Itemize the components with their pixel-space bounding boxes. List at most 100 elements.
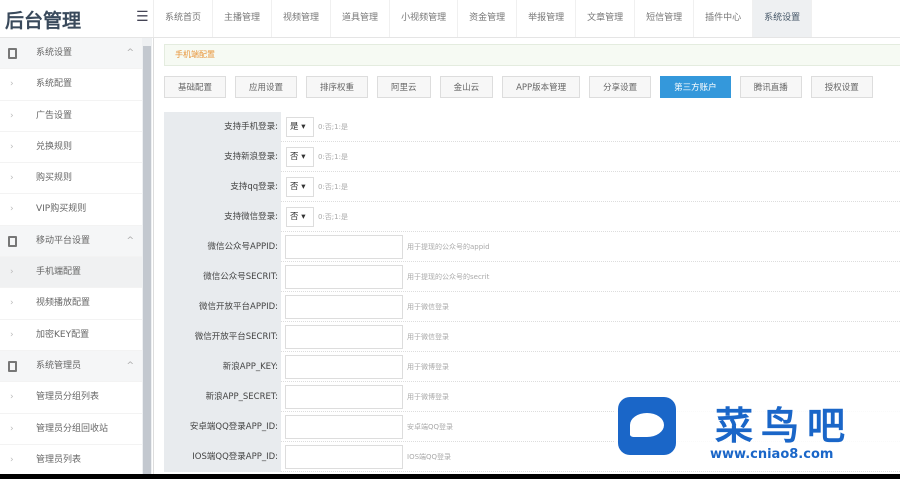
chevron-right-icon: ›: [10, 204, 14, 215]
settings-tab[interactable]: 分享设置: [589, 76, 652, 98]
sidebar-item-label: 加密KEY配置: [36, 329, 90, 340]
text-input[interactable]: [285, 414, 403, 439]
text-input[interactable]: [285, 444, 403, 469]
select-value: 否: [290, 151, 299, 162]
field-hint: 安卓端QQ登录: [407, 422, 454, 431]
nav-tab[interactable]: 文章管理: [576, 0, 636, 37]
field-label: 支持微信登录:: [164, 201, 281, 232]
watermark: 菜鸟吧 www.cniao8.com: [615, 395, 900, 465]
form-row: 微信公众号SECRIT: 用于提现的公众号的secrit: [164, 261, 900, 292]
sidebar-group[interactable]: 系统管理员 ^: [0, 350, 142, 383]
sidebar-group[interactable]: 移动平台设置 ^: [0, 225, 142, 258]
settings-tab[interactable]: 排序权重: [306, 76, 369, 98]
nav-tab[interactable]: 道具管理: [331, 0, 391, 37]
sidebar-item[interactable]: › 系统配置: [0, 69, 142, 101]
field-label: 安卓端QQ登录APP_ID:: [164, 411, 281, 442]
select-field[interactable]: 是 ▾: [286, 116, 314, 137]
nav-tab[interactable]: 系统首页: [154, 0, 214, 37]
field-label: 支持qq登录:: [164, 171, 281, 202]
chevron-right-icon: ›: [10, 173, 14, 184]
text-input[interactable]: [285, 264, 403, 289]
sidebar-item[interactable]: › 管理员列表: [0, 445, 142, 477]
nav-tab[interactable]: 短信管理: [635, 0, 695, 37]
settings-tabs: 基础配置 应用设置 排序权重 阿里云 金山云 APP版本管理 分享设置 第三方账户 腾讯直播 授权…: [164, 76, 873, 98]
group-icon: [8, 235, 17, 247]
sidebar-item-label: 系统配置: [36, 79, 73, 90]
settings-tab[interactable]: 第三方账户: [660, 76, 731, 98]
field-hint: IOS端QQ登录: [407, 452, 452, 461]
field-label: 支持新浪登录:: [164, 141, 281, 172]
sidebar-item-label: 广告设置: [36, 110, 73, 121]
sidebar-group[interactable]: 系统设置 ^: [0, 38, 142, 70]
text-input[interactable]: [285, 234, 403, 259]
dropdown-arrow-icon: ▾: [298, 211, 306, 222]
field-hint: 用于提现的公众号的secrit: [407, 272, 490, 281]
field-hint: 用于微博登录: [407, 392, 449, 401]
sidebar-item[interactable]: › VIP购买规则: [0, 194, 142, 226]
settings-tab[interactable]: 应用设置: [235, 76, 298, 98]
form-row: 微信开放平台APPID: 用于微信登录: [164, 291, 900, 322]
settings-tab[interactable]: 腾讯直播: [739, 76, 802, 98]
form-row: 微信开放平台SECRIT: 用于微信登录: [164, 321, 900, 352]
field-hint: 用于提现的公众号的appid: [407, 242, 490, 251]
chevron-right-icon: ›: [10, 423, 14, 434]
field-label: 新浪APP_KEY:: [164, 351, 281, 382]
text-input[interactable]: [285, 354, 403, 379]
chevron-up-icon: ^: [126, 235, 134, 246]
nav-tab[interactable]: 视频管理: [272, 0, 332, 37]
sidebar-item[interactable]: › 手机端配置: [0, 257, 142, 289]
text-input[interactable]: [285, 384, 403, 409]
dropdown-arrow-icon: ▾: [298, 181, 306, 192]
form-row: 支持qq登录: 否 ▾ 0:否;1:是: [164, 171, 900, 202]
sidebar: 系统设置 ^ › 系统配置 › 广告设置 › 兑换规则 › 购买规则 › VIP购买规则 移动平台设置 ^…: [0, 38, 142, 479]
select-field[interactable]: 否 ▾: [286, 176, 314, 197]
select-field[interactable]: 否 ▾: [286, 206, 314, 227]
sidebar-item-label: 移动平台设置: [36, 235, 91, 246]
settings-tab[interactable]: 基础配置: [164, 76, 227, 98]
sidebar-item-label: 管理员分组列表: [36, 392, 100, 403]
field-label: IOS端QQ登录APP_ID:: [164, 441, 281, 472]
dropdown-arrow-icon: ▾: [298, 151, 306, 162]
sidebar-item[interactable]: › 管理员分组回收站: [0, 414, 142, 445]
sidebar-item[interactable]: › 购买规则: [0, 163, 142, 195]
nav-tab[interactable]: 举报管理: [517, 0, 577, 37]
nav-tab[interactable]: 小视频管理: [390, 0, 459, 37]
field-label: 新浪APP_SECRET:: [164, 381, 281, 412]
text-input[interactable]: [285, 324, 403, 349]
select-field[interactable]: 否 ▾: [286, 146, 314, 167]
group-icon: [8, 48, 17, 59]
chevron-right-icon: ›: [10, 79, 14, 90]
settings-tab[interactable]: APP版本管理: [502, 76, 581, 98]
sidebar-item[interactable]: › 管理员分组列表: [0, 382, 142, 414]
nav-tab[interactable]: 主播管理: [213, 0, 273, 37]
chevron-right-icon: ›: [10, 298, 14, 309]
nav-tab[interactable]: 插件中心: [694, 0, 754, 37]
text-input[interactable]: [285, 294, 403, 319]
chevron-right-icon: ›: [10, 454, 14, 465]
group-icon: [8, 360, 17, 372]
app-title: 后台管理: [5, 10, 82, 32]
form-row: 新浪APP_KEY: 用于微博登录: [164, 351, 900, 382]
top-nav: 系统首页 主播管理 视频管理 道具管理 小视频管理 资金管理 举报管理 文章管理 短信管理 插件中…: [153, 0, 813, 37]
sidebar-item[interactable]: › 视频播放配置: [0, 288, 142, 320]
field-label: 微信公众号APPID:: [164, 231, 281, 262]
settings-tab[interactable]: 金山云: [439, 76, 494, 98]
sidebar-scrollbar[interactable]: [142, 38, 152, 479]
sidebar-item[interactable]: › 兑换规则: [0, 132, 142, 164]
sidebar-item[interactable]: › 加密KEY配置: [0, 320, 142, 351]
select-value: 否: [290, 211, 299, 222]
field-label: 微信开放平台SECRIT:: [164, 321, 281, 352]
scrollbar-thumb[interactable]: [143, 46, 151, 476]
bottom-border: [0, 474, 900, 479]
top-header: 后台管理 ☰ 系统首页 主播管理 视频管理 道具管理 小视频管理 资金管理 举报管理 文章管理…: [0, 0, 900, 38]
nav-tab[interactable]: 资金管理: [458, 0, 518, 37]
field-hint: 用于微博登录: [407, 362, 449, 371]
field-hint: 0:否;1:是: [318, 182, 348, 191]
sidebar-item-label: 系统设置: [36, 48, 73, 58]
settings-tab[interactable]: 授权设置: [810, 76, 873, 98]
sidebar-item[interactable]: › 广告设置: [0, 101, 142, 132]
chevron-right-icon: ›: [10, 392, 14, 403]
settings-tab[interactable]: 阿里云: [377, 76, 431, 98]
menu-toggle-icon[interactable]: ☰: [136, 9, 149, 25]
nav-tab[interactable]: 系统设置: [753, 0, 813, 37]
